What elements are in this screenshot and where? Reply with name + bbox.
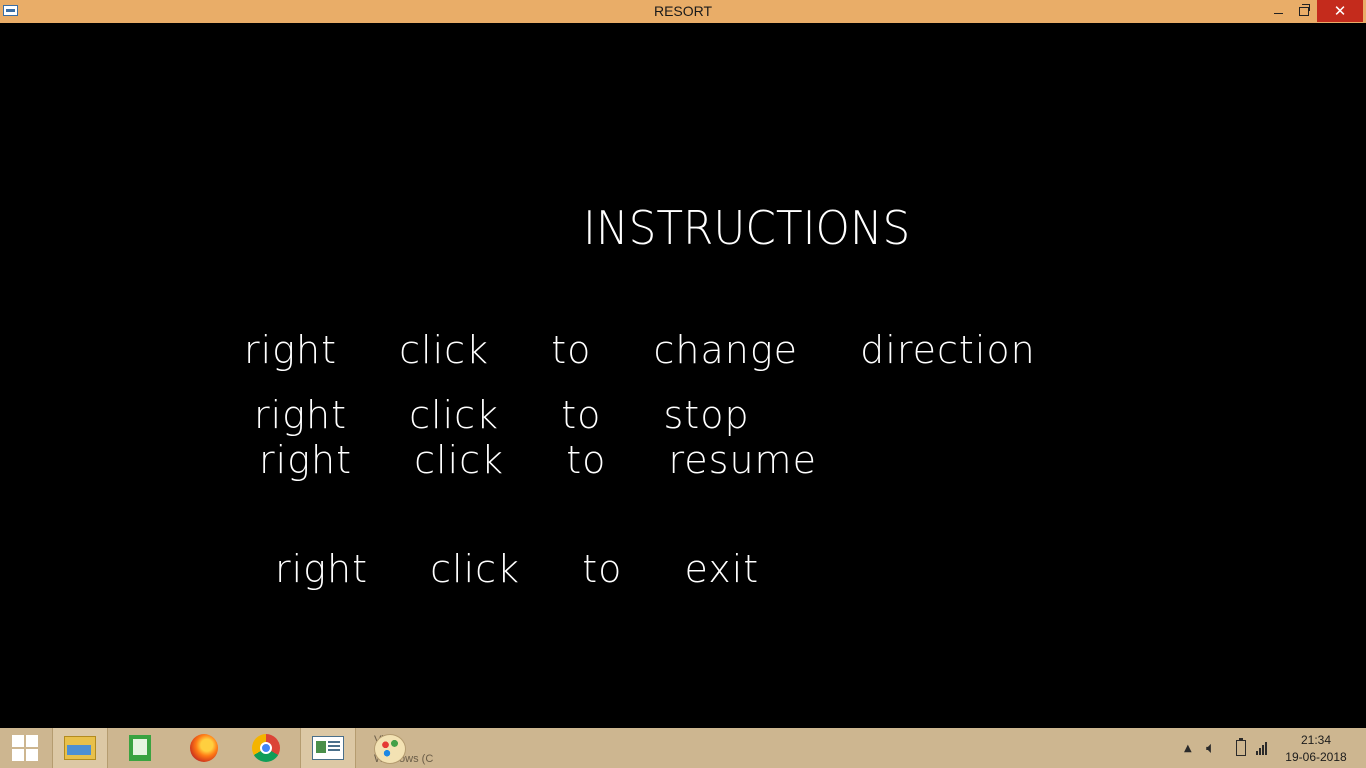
taskbar-firefox[interactable] <box>176 728 232 768</box>
restore-button[interactable] <box>1291 0 1317 22</box>
app-window-icon <box>312 736 344 760</box>
taskbar-paint[interactable]: Vi s Windows (C <box>360 728 448 768</box>
taskbar-chrome[interactable] <box>238 728 294 768</box>
system-clock[interactable]: 21:34 19-06-2018 <box>1283 732 1349 766</box>
speaker-icon: 🔈︎ <box>1206 738 1216 757</box>
minimize-button[interactable] <box>1265 0 1291 22</box>
window-title: RESORT <box>653 3 713 19</box>
battery-button[interactable] <box>1236 728 1246 768</box>
game-canvas[interactable]: INSTRUCTIONS right click to change direc… <box>0 23 1366 728</box>
chrome-icon <box>252 734 280 762</box>
paint-palette-icon <box>374 734 406 764</box>
taskbar-file-explorer[interactable] <box>52 728 108 768</box>
clock-time: 21:34 <box>1300 733 1332 747</box>
minimize-icon <box>1273 12 1283 14</box>
network-button[interactable] <box>1256 728 1267 768</box>
close-icon: ✕ <box>1333 2 1347 20</box>
instruction-line: right click to resume <box>259 438 817 482</box>
show-hidden-icons-button[interactable]: ▲ <box>1184 728 1192 768</box>
instruction-line: right click to exit <box>275 547 760 591</box>
start-button[interactable] <box>0 728 50 768</box>
clock-date: 19-06-2018 <box>1285 750 1347 764</box>
windows-logo-icon <box>12 735 38 761</box>
title-bar: RESORT ✕ <box>0 0 1366 23</box>
close-button[interactable]: ✕ <box>1317 0 1363 22</box>
instruction-line: right click to change direction <box>244 328 1036 372</box>
restore-icon <box>1299 3 1310 16</box>
volume-button[interactable]: 🔈︎ <box>1206 728 1216 768</box>
taskbar: Vi s Windows (C ▲ 🔈︎ 21:34 19-06-2018 <box>0 728 1366 768</box>
notepad-icon <box>129 735 151 761</box>
firefox-icon <box>190 734 218 762</box>
instruction-line: right click to stop <box>254 393 750 437</box>
folder-icon <box>64 736 96 760</box>
chevron-up-icon: ▲ <box>1184 742 1192 754</box>
instructions-heading: INSTRUCTIONS <box>583 201 911 255</box>
network-signal-icon <box>1256 741 1267 755</box>
battery-icon <box>1236 738 1246 756</box>
taskbar-notepad[interactable] <box>112 728 168 768</box>
taskbar-resort[interactable] <box>300 728 356 768</box>
